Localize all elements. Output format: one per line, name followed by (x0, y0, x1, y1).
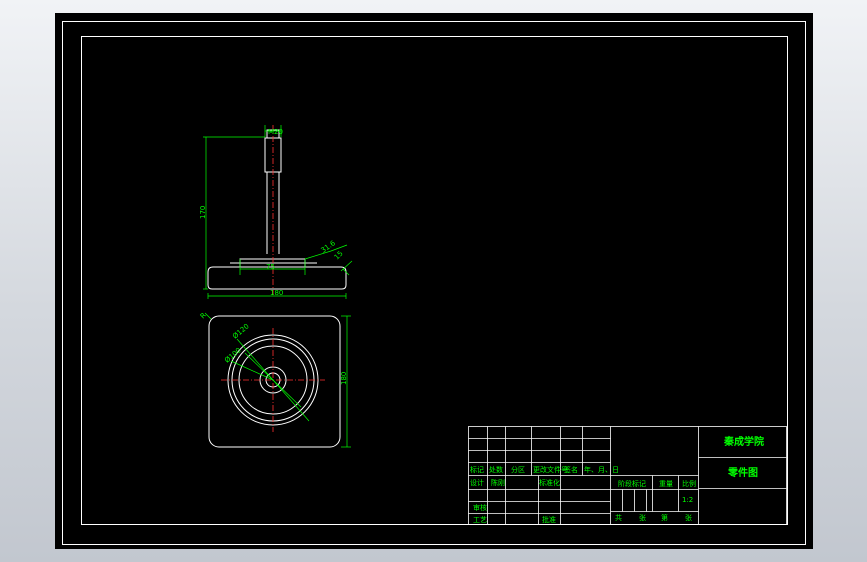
front-view-dim-labels: M20 170 75 31.6 15 180 (199, 128, 345, 297)
front-view (207, 129, 347, 290)
base-outline (207, 266, 347, 290)
designer-name: 陈刚 (491, 478, 505, 487)
drawing-name: 零件图 (727, 466, 758, 479)
sheets-unit-2: 张 (685, 513, 692, 522)
dim-circle-label-1: Ø120 (231, 322, 251, 340)
rev-header-date: 年、月、日 (584, 465, 619, 474)
design-label: 设计 (470, 478, 484, 487)
cad-viewport[interactable]: M20 170 75 31.6 15 180 180 R Ø120 Ø100 秦… (55, 13, 813, 549)
dim-angle-label: 31.6 (320, 239, 338, 255)
title-block-text: 秦成学院 零件图 标记 处数 分区 更改文件号 签名 年、月、日 设计 陈刚 标… (470, 435, 764, 524)
school-name: 秦成学院 (723, 435, 764, 448)
dim-base-width-label: 180 (270, 289, 283, 297)
dim-fillet-label: 15 (333, 249, 345, 261)
dim-base-height-label: 180 (340, 372, 348, 385)
sheets-unit-1: 张 (639, 513, 646, 522)
scale-label: 比例 (682, 479, 696, 488)
stage-mark-label: 阶段标记 (618, 479, 646, 488)
rev-header-mark: 标记 (470, 465, 484, 474)
dim-height-label: 170 (199, 206, 207, 219)
sheets-current-label: 第 (661, 513, 668, 522)
process-label: 工艺 (473, 516, 487, 524)
rev-header-count: 处数 (489, 465, 503, 474)
standardization-label: 标准化 (539, 478, 560, 487)
dim-thread-label: M20 (268, 128, 283, 136)
sheets-total-label: 共 (615, 513, 622, 522)
rev-header-zone: 分区 (511, 465, 525, 474)
front-view-dimensions (203, 125, 353, 299)
approve-label: 批准 (542, 515, 556, 524)
weight-label: 重量 (659, 480, 673, 488)
drawing-sheet: M20 170 75 31.6 15 180 180 R Ø120 Ø100 秦… (62, 21, 806, 545)
dim-corner-label: R (199, 311, 208, 320)
inner-border (81, 36, 788, 525)
dim-flange-label: 75 (266, 263, 275, 271)
review-label: 审核 (473, 503, 487, 512)
rev-header-file: 更改文件号 (533, 465, 568, 474)
scale-value: 1:2 (682, 496, 693, 504)
outer-border (62, 21, 806, 545)
rev-header-sign: 签名 (564, 465, 578, 474)
